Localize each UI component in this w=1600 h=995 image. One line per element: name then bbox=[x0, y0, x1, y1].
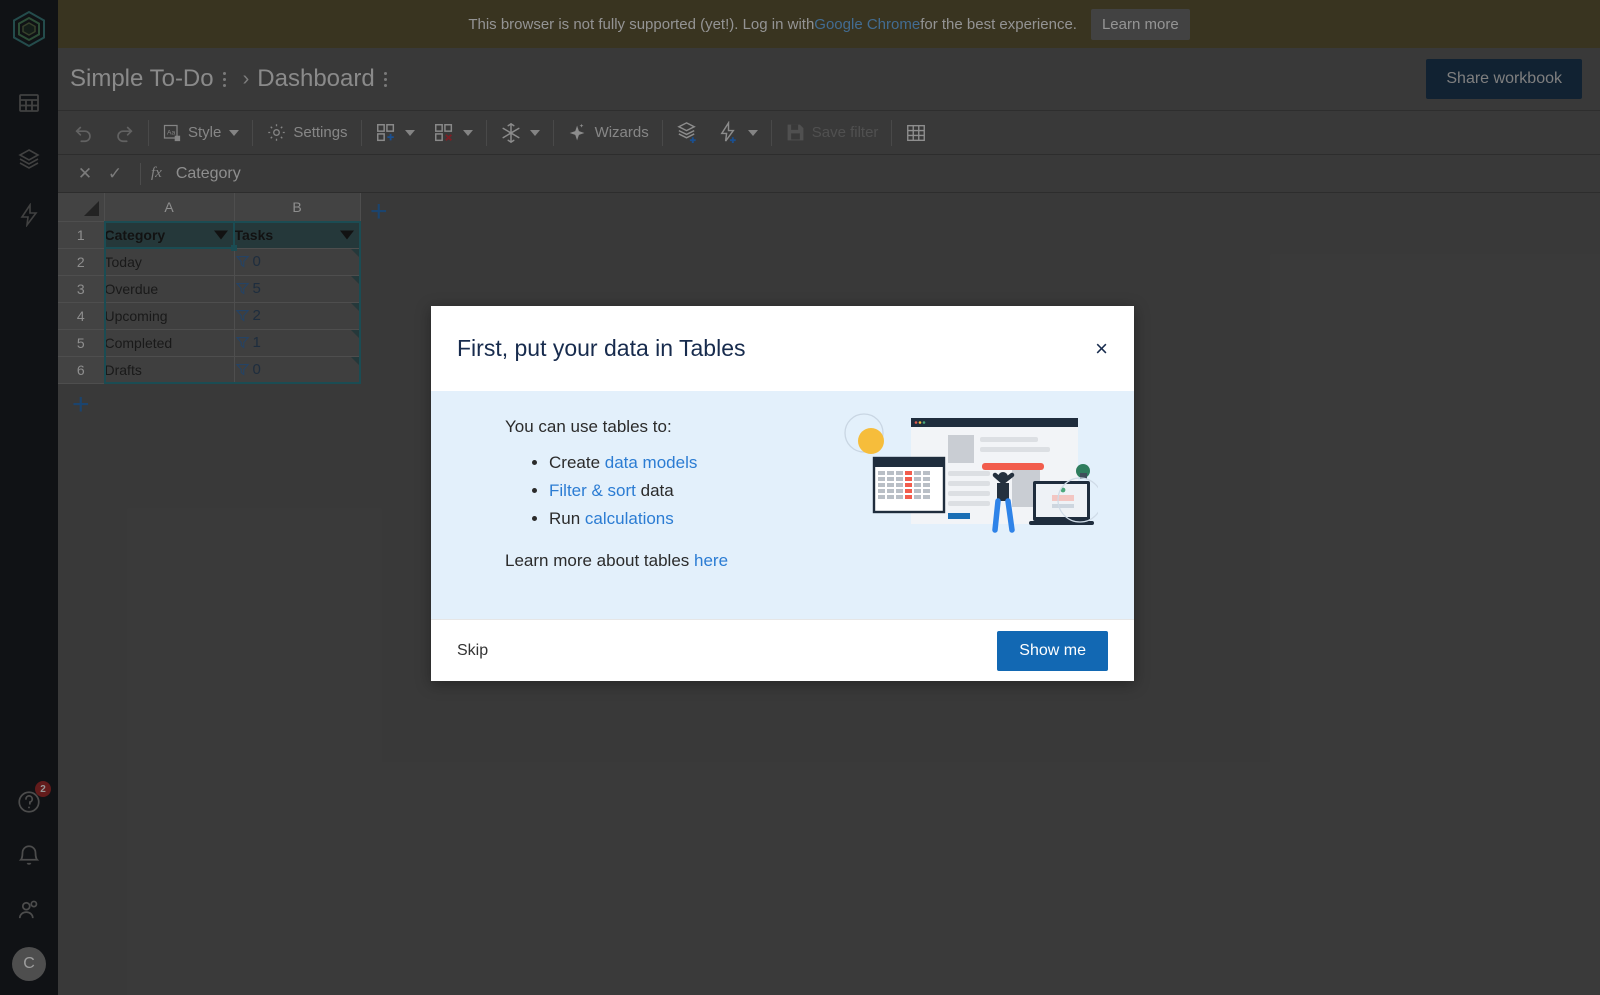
close-icon[interactable]: × bbox=[1095, 337, 1108, 360]
show-me-button[interactable]: Show me bbox=[997, 630, 1108, 671]
list-item: Run calculations bbox=[549, 509, 805, 529]
onboarding-modal: First, put your data in Tables × You can… bbox=[431, 306, 1134, 681]
modal-body: You can use tables to: Create data model… bbox=[431, 391, 1134, 619]
skip-button[interactable]: Skip bbox=[457, 642, 488, 660]
modal-bullet-list: Create data models Filter & sort data Ru… bbox=[549, 453, 805, 529]
bullet-2-pre: Run bbox=[549, 509, 585, 528]
modal-lead: You can use tables to: bbox=[505, 417, 672, 436]
modal-header: First, put your data in Tables × bbox=[431, 306, 1134, 391]
list-item: Filter & sort data bbox=[549, 481, 805, 501]
modal-copy: You can use tables to: Create data model… bbox=[505, 417, 805, 609]
list-item: Create data models bbox=[549, 453, 805, 473]
modal-learn-more: Learn more about tables here bbox=[505, 551, 805, 571]
modal-title: First, put your data in Tables bbox=[457, 335, 746, 361]
here-link[interactable]: here bbox=[694, 551, 728, 570]
calculations-link[interactable]: calculations bbox=[585, 509, 674, 528]
filter-sort-link[interactable]: Filter & sort bbox=[549, 481, 636, 500]
data-models-link[interactable]: data models bbox=[605, 453, 698, 472]
learn-text: Learn more about tables bbox=[505, 551, 695, 570]
tables-illustration bbox=[836, 405, 1103, 545]
modal-footer: Skip Show me bbox=[431, 619, 1134, 681]
bullet-0-pre: Create bbox=[549, 453, 605, 472]
app-root: 2 C This browser is not fully supported … bbox=[0, 0, 1600, 995]
bullet-1-post: data bbox=[635, 481, 674, 500]
